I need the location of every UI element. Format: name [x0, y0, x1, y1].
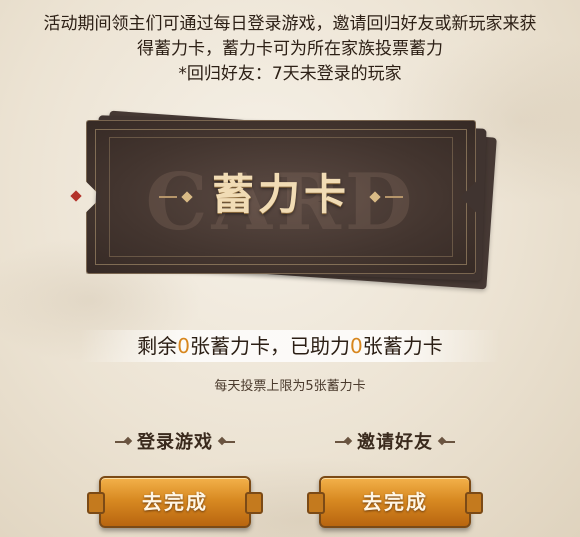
- counter-middle: 张蓄力卡，已助力: [190, 334, 350, 358]
- ornament-right-icon: [221, 441, 235, 443]
- task-title: 登录游戏: [115, 428, 235, 454]
- task-login-game: 登录游戏 去完成: [80, 428, 270, 528]
- title-ornament-left: [159, 196, 177, 198]
- description-line-2: 得蓄力卡，蓄力卡可为所在家族投票蓄力: [137, 39, 443, 59]
- task-title-label: 邀请好友: [357, 432, 433, 453]
- task-title-label: 登录游戏: [137, 432, 213, 453]
- title-ornament-right: [385, 196, 403, 198]
- charge-card-ticket: CARD 蓄力卡: [70, 110, 498, 290]
- daily-vote-limit: 每天投票上限为5张蓄力卡: [214, 379, 366, 394]
- card-counter: 剩余0张蓄力卡，已助力0张蓄力卡: [80, 330, 500, 362]
- remaining-count: 0: [177, 334, 190, 358]
- login-complete-button[interactable]: 去完成: [87, 476, 263, 528]
- ornament-right-icon: [441, 441, 455, 443]
- counter-suffix: 张蓄力卡: [362, 334, 443, 358]
- task-title: 邀请好友: [335, 428, 455, 454]
- description-line-1: 活动期间领主们可通过每日登录游戏，邀请回归好友或新玩家来获: [43, 14, 537, 34]
- ornament-left-icon: [335, 441, 349, 443]
- helped-count: 0: [350, 334, 363, 358]
- card-title: 蓄力卡: [211, 170, 350, 219]
- task-invite-friend: 邀请好友 去完成: [300, 428, 490, 528]
- ornament-left-icon: [115, 441, 129, 443]
- red-gem-icon: [70, 190, 82, 202]
- returning-friend-note: *回归好友：7天未登录的玩家: [178, 64, 402, 84]
- event-description: 活动期间领主们可通过每日登录游戏，邀请回归好友或新玩家来获 得蓄力卡，蓄力卡可为…: [0, 12, 580, 87]
- counter-prefix: 剩余: [137, 334, 178, 358]
- invite-complete-button[interactable]: 去完成: [307, 476, 483, 528]
- ticket-front: CARD 蓄力卡: [86, 120, 476, 274]
